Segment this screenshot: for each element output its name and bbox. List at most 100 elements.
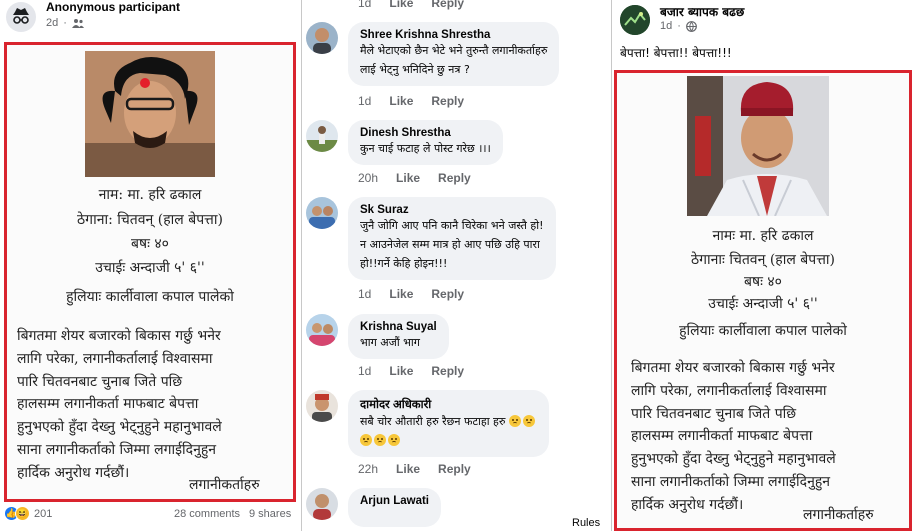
comments-count[interactable]: 28 comments (174, 508, 240, 520)
comment-text: सबै चोर औतारी हरु रैछन फटाहा हरु (360, 415, 506, 428)
notice-signature: लगानीकर्ताहरु (803, 507, 874, 523)
commenter-avatar[interactable] (306, 22, 338, 54)
comment-bubble: दामोदर अधिकारी सबै चोर औतारी हरु रैछन फट… (348, 390, 549, 457)
paragraph-line: पारि चितवनबाट चुनाब जिते पछि (631, 405, 797, 422)
comment-time: 1d (358, 0, 372, 10)
missing-person-photo (687, 76, 829, 216)
reactions-summary[interactable]: 👍 😆 201 (4, 506, 52, 521)
missing-notice-poster: नामः मा. हरि ढकाल ठेगानाः चितवन् (हाल बे… (614, 70, 912, 531)
post-meta: 1d · (660, 20, 697, 32)
dot-separator: · (677, 20, 681, 32)
comments-panel: 1d Like Reply Shree Krishna Shrestha मैल… (302, 0, 612, 531)
commenter-name[interactable]: Dinesh Shrestha (360, 127, 491, 139)
comment-text: हो!!गर्ने केहि होइन!!! (360, 257, 448, 270)
comment-bubble: Krishna Suyal भाग अजौं भाग (348, 314, 449, 359)
comment-text: जुनै जोगि आए पनि कानै चिरेका भने जस्तै ह… (360, 219, 544, 232)
comment-actions: 1d Like Reply (358, 94, 464, 108)
comment-text: भाग अजौं भाग (360, 336, 420, 349)
comment-time: 1d (358, 94, 372, 108)
worried-face-emoji-icon (360, 434, 372, 446)
audience-group-icon (71, 19, 84, 28)
notice-height-line: उचाईः अन्दाजी ५' ६'' (708, 296, 818, 312)
notice-appearance-line: हुलियाः कार्लीवाला कपाल पालेको (679, 323, 847, 339)
paragraph-line: पारि चितवनबाट चुनाब जिते पछि (17, 373, 183, 390)
comment-actions: 1d Like Reply (358, 287, 464, 301)
worried-face-emoji-icon (388, 434, 400, 446)
author-name[interactable]: Anonymous participant (46, 0, 180, 14)
commenter-name[interactable]: Sk Suraz (360, 204, 544, 216)
reply-button[interactable]: Reply (438, 171, 471, 185)
paragraph-line: लागि परेका, लगानीकर्तालाई विश्वासमा (631, 382, 827, 399)
notice-age-line: बषः ४० (744, 274, 782, 290)
worried-face-emoji-icon (508, 415, 521, 427)
commenter-avatar[interactable] (306, 488, 338, 520)
reaction-count: 201 (34, 507, 53, 520)
page-avatar[interactable] (620, 5, 650, 35)
comment-actions: 1d Like Reply (358, 0, 464, 10)
commenter-avatar[interactable] (306, 390, 338, 422)
like-button[interactable]: Like (396, 462, 420, 476)
left-post: Anonymous participant 2d · नाम: मा. हरि … (0, 0, 302, 531)
like-button[interactable]: Like (389, 94, 413, 108)
paragraph-line: लागि परेका, लगानीकर्तालाई विश्वासमा (17, 350, 213, 367)
paragraph-line: साना लगानीकर्ताको जिम्मा लगाईदिनुहुन (631, 473, 831, 490)
post-footer: 👍 😆 201 28 comments 9 shares (0, 504, 302, 526)
rules-link[interactable]: Rules (572, 517, 600, 529)
right-post: बजार ब्यापक बढछ 1d · बेपत्ता! बेपत्ता!! … (612, 0, 914, 531)
comment-time: 22h (358, 462, 379, 476)
paragraph-line: हुनुभएको हुँदा देख्नु भेट्नुहुने महानुभा… (631, 451, 836, 468)
like-button[interactable]: Like (396, 171, 420, 185)
like-button[interactable]: Like (389, 0, 413, 10)
commenter-name[interactable]: Arjun Lawati (360, 495, 429, 507)
comment-actions: 22h Like Reply (358, 462, 471, 476)
notice-appearance-line: हुलियाः कार्लीवाला कपाल पालेको (66, 289, 234, 305)
commenter-avatar[interactable] (306, 197, 338, 229)
comment-bubble: Arjun Lawati (348, 488, 442, 527)
like-button[interactable]: Like (389, 364, 413, 378)
notice-age-line: बषः ४० (131, 236, 169, 252)
comment-time: 1d (358, 364, 372, 378)
post-meta: 2d · (46, 17, 84, 29)
haha-reaction-icon: 😆 (15, 506, 30, 521)
commenter-avatar[interactable] (306, 120, 338, 152)
comment-text: न आउनेजेल सम्म मात्र हो आए पछि उहि पारा (360, 238, 540, 251)
post-time[interactable]: 1d (660, 20, 672, 32)
commenter-avatar[interactable] (306, 314, 338, 346)
notice-address-line: ठेगाना: चितवन् (हाल बेपत्ता) (77, 212, 223, 228)
comment-text: कुन चाई फटाह ले पोस्ट गरेछ ।।। (360, 142, 491, 155)
paragraph-line: हुनुभएको हुँदा देख्नु भेट्नुहुने महानुभा… (17, 419, 222, 436)
page-name[interactable]: बजार ब्यापक बढछ (660, 3, 744, 20)
commenter-name[interactable]: Shree Krishna Shrestha (360, 29, 547, 41)
anonymous-avatar-icon[interactable] (6, 2, 36, 32)
notice-paragraph: बिगतमा शेयर बजारको बिकास गर्छु भनेर लागि… (17, 325, 222, 485)
post-text: बेपत्ता! बेपत्ता!! बेपत्ता!!! (620, 46, 732, 60)
commenter-name[interactable]: Krishna Suyal (360, 321, 437, 333)
reply-button[interactable]: Reply (438, 462, 471, 476)
post-time[interactable]: 2d (46, 17, 58, 29)
comment-actions: 1d Like Reply (358, 364, 464, 378)
reply-button[interactable]: Reply (431, 287, 464, 301)
comment-emoji-row (360, 432, 537, 450)
comment-bubble: Shree Krishna Shrestha मैले भेटाएको छैन … (348, 22, 560, 86)
notice-height-line: उचाईः अन्दाजी ५' ६'' (95, 260, 205, 276)
reply-button[interactable]: Reply (431, 94, 464, 108)
notice-name-line: नामः मा. हरि ढकाल (712, 228, 814, 244)
missing-person-photo (85, 51, 215, 177)
comment-text: लाई भेट्नु भनिदिने छु नत्र ? (360, 63, 470, 76)
worried-face-emoji-icon (374, 434, 386, 446)
comment-actions: 20h Like Reply (358, 171, 471, 185)
notice-paragraph: बिगतमा शेयर बजारको बिकास गर्छु भनेर लागि… (631, 357, 836, 517)
paragraph-line: बिगतमा शेयर बजारको बिकास गर्छु भनेर (631, 360, 835, 376)
paragraph-line: बिगतमा शेयर बजारको बिकास गर्छु भनेर (17, 328, 221, 344)
comment-time: 20h (358, 171, 379, 185)
reply-button[interactable]: Reply (431, 364, 464, 378)
reply-button[interactable]: Reply (431, 0, 464, 10)
shares-count[interactable]: 9 shares (249, 508, 291, 520)
like-button[interactable]: Like (389, 287, 413, 301)
commenter-name[interactable]: दामोदर अधिकारी (360, 397, 537, 412)
paragraph-line: साना लगानीकर्ताको जिम्मा लगाईदिनुहुन (17, 441, 217, 458)
missing-notice-poster: नाम: मा. हरि ढकाल ठेगाना: चितवन् (हाल बे… (4, 42, 296, 502)
comment-text: मैले भेटाएको छैन भेटे भने तुरुन्तै लगानी… (360, 44, 548, 57)
paragraph-line: हालसम्म लगानीकर्ता माफबाट बेपत्ता (631, 428, 813, 445)
comment-time: 1d (358, 287, 372, 301)
